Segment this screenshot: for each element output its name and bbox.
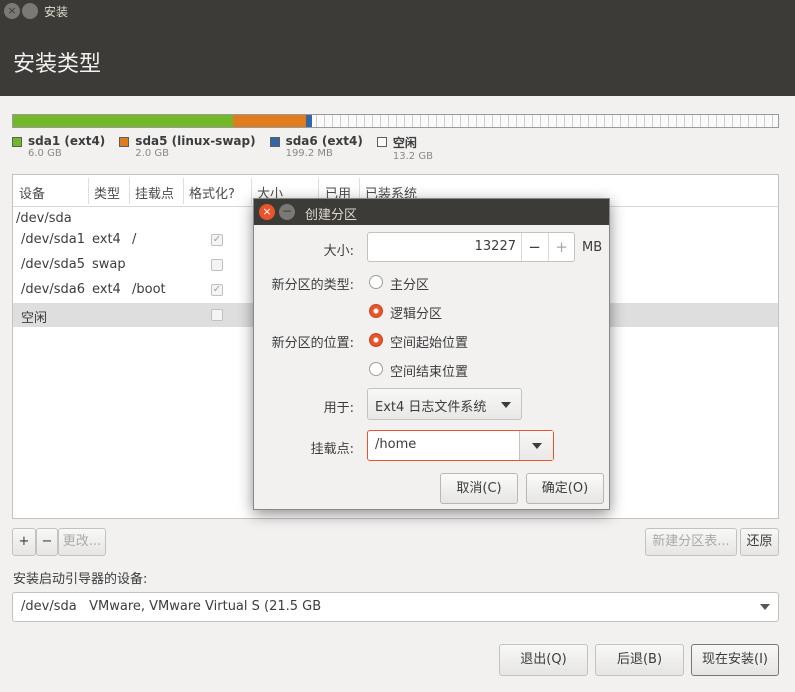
add-partition-button[interactable]: + (12, 528, 36, 556)
type-label: 新分区的类型: (271, 278, 354, 293)
size-decrease-button[interactable]: − (521, 233, 547, 261)
legend-size: 2.0 GB (135, 148, 169, 159)
partition-legend: sda1 (ext4) 6.0 GB sda5 (linux-swap) 2.0… (12, 134, 447, 162)
ok-button[interactable]: 确定(O) (526, 473, 604, 504)
dialog-title: 创建分区 (305, 208, 358, 223)
col-mount[interactable]: 挂载点 (135, 183, 174, 202)
size-increase-button[interactable]: + (548, 233, 574, 261)
size-value: 13227 (474, 239, 516, 254)
col-separator (251, 178, 252, 204)
title-bar: × 安装 (0, 0, 795, 22)
mount-point-label: 挂载点: (310, 442, 354, 457)
bootloader-device-select[interactable]: /dev/sda VMware, VMware Virtual S (21.5 … (12, 592, 779, 622)
type-primary-radio[interactable] (369, 275, 383, 289)
format-checkbox[interactable] (211, 309, 223, 321)
cell-device: /dev/sda6 (21, 282, 85, 297)
mount-point-dropdown-button[interactable] (519, 431, 553, 460)
cell-mount: /boot (132, 282, 166, 297)
col-format[interactable]: 格式化? (189, 183, 235, 202)
dialog-title-bar: × − 创建分区 (254, 199, 609, 225)
legend-swatch (269, 137, 280, 147)
header: 安装类型 (0, 22, 795, 96)
legend-name: sda1 (ext4) (28, 134, 106, 148)
type-logical-label[interactable]: 逻辑分区 (390, 303, 442, 322)
back-button[interactable]: 后退(B) (595, 644, 684, 676)
chevron-down-icon (760, 604, 770, 610)
location-end-radio[interactable] (369, 362, 383, 376)
legend-size: 199.2 MB (285, 148, 333, 159)
legend-swatch (119, 137, 130, 147)
cell-type: ext4 (92, 232, 121, 247)
location-label: 新分区的位置: (271, 336, 354, 351)
create-partition-dialog: × − 创建分区 大小: 13227 − + MB 新分区的类型: 主分区 逻辑… (253, 198, 610, 510)
type-primary-label[interactable]: 主分区 (390, 274, 429, 293)
mount-point-value: /home (375, 437, 417, 452)
legend-item-free: 空闲 13.2 GB (376, 134, 433, 162)
location-start-radio[interactable] (369, 333, 383, 347)
partition-bar-sda1 (13, 115, 233, 127)
legend-swatch (376, 137, 387, 147)
format-checkbox[interactable]: ✓ (211, 284, 223, 296)
cell-device: /dev/sda5 (21, 257, 85, 272)
page-title: 安装类型 (13, 52, 102, 77)
remove-partition-button[interactable]: − (36, 528, 58, 556)
window-title: 安装 (44, 5, 69, 19)
partition-bar (12, 114, 779, 128)
partition-bar-free (312, 115, 778, 127)
dialog-close-icon[interactable]: × (259, 204, 275, 220)
format-checkbox[interactable] (211, 259, 223, 271)
col-device[interactable]: 设备 (19, 183, 45, 202)
new-partition-table-button[interactable]: 新建分区表... (645, 528, 737, 556)
quit-button[interactable]: 退出(Q) (499, 644, 588, 676)
col-type[interactable]: 类型 (94, 183, 120, 202)
install-now-button[interactable]: 现在安装(I) (691, 644, 779, 676)
location-start-label[interactable]: 空间起始位置 (390, 332, 468, 351)
mount-point-combo[interactable]: /home (367, 430, 554, 461)
size-unit: MB (582, 240, 603, 255)
legend-name: sda5 (linux-swap) (135, 134, 256, 148)
cell-device: /dev/sda1 (21, 232, 85, 247)
use-as-label: 用于: (323, 401, 354, 416)
cell-device: 空闲 (21, 311, 48, 326)
chevron-down-icon (501, 402, 511, 408)
cell-type: swap (92, 257, 126, 272)
partition-bar-sda5 (232, 115, 306, 127)
legend-item-sda5: sda5 (linux-swap) 2.0 GB (119, 134, 256, 162)
change-partition-button[interactable]: 更改... (58, 528, 106, 556)
legend-item-sda1: sda1 (ext4) 6.0 GB (12, 134, 105, 162)
legend-name: sda6 (ext4) (285, 134, 363, 148)
boot-device-description: VMware, VMware Virtual S (21.5 GB (89, 599, 322, 614)
cell-type: ext4 (92, 282, 121, 297)
cell-device: /dev/sda (16, 211, 72, 226)
cell-mount: / (132, 232, 137, 247)
legend-size: 6.0 GB (28, 148, 62, 159)
use-as-combo[interactable]: Ext4 日志文件系统 (367, 388, 522, 420)
window-minimize-icon[interactable] (22, 3, 38, 19)
chevron-down-icon (532, 443, 542, 449)
col-separator (129, 178, 130, 204)
boot-device: /dev/sda (21, 599, 77, 614)
revert-button[interactable]: 还原 (740, 528, 779, 556)
bootloader-label: 安装启动引导器的设备: (13, 572, 148, 587)
cancel-button[interactable]: 取消(C) (440, 473, 518, 504)
size-spinbox[interactable]: 13227 − + (367, 232, 575, 262)
size-label: 大小: (323, 244, 354, 259)
window-close-icon[interactable]: × (4, 3, 20, 19)
location-end-label[interactable]: 空间结束位置 (390, 361, 468, 380)
type-logical-radio[interactable] (369, 304, 383, 318)
bootloader-device-value: /dev/sda VMware, VMware Virtual S (21.5 … (21, 599, 321, 614)
col-separator (88, 178, 89, 204)
legend-size: 13.2 GB (392, 151, 433, 162)
legend-swatch (12, 137, 22, 147)
col-separator (183, 178, 184, 204)
use-as-value: Ext4 日志文件系统 (375, 400, 487, 415)
dialog-minimize-icon[interactable]: − (279, 204, 295, 220)
legend-item-sda6: sda6 (ext4) 199.2 MB (269, 134, 363, 162)
format-checkbox[interactable]: ✓ (211, 234, 223, 246)
